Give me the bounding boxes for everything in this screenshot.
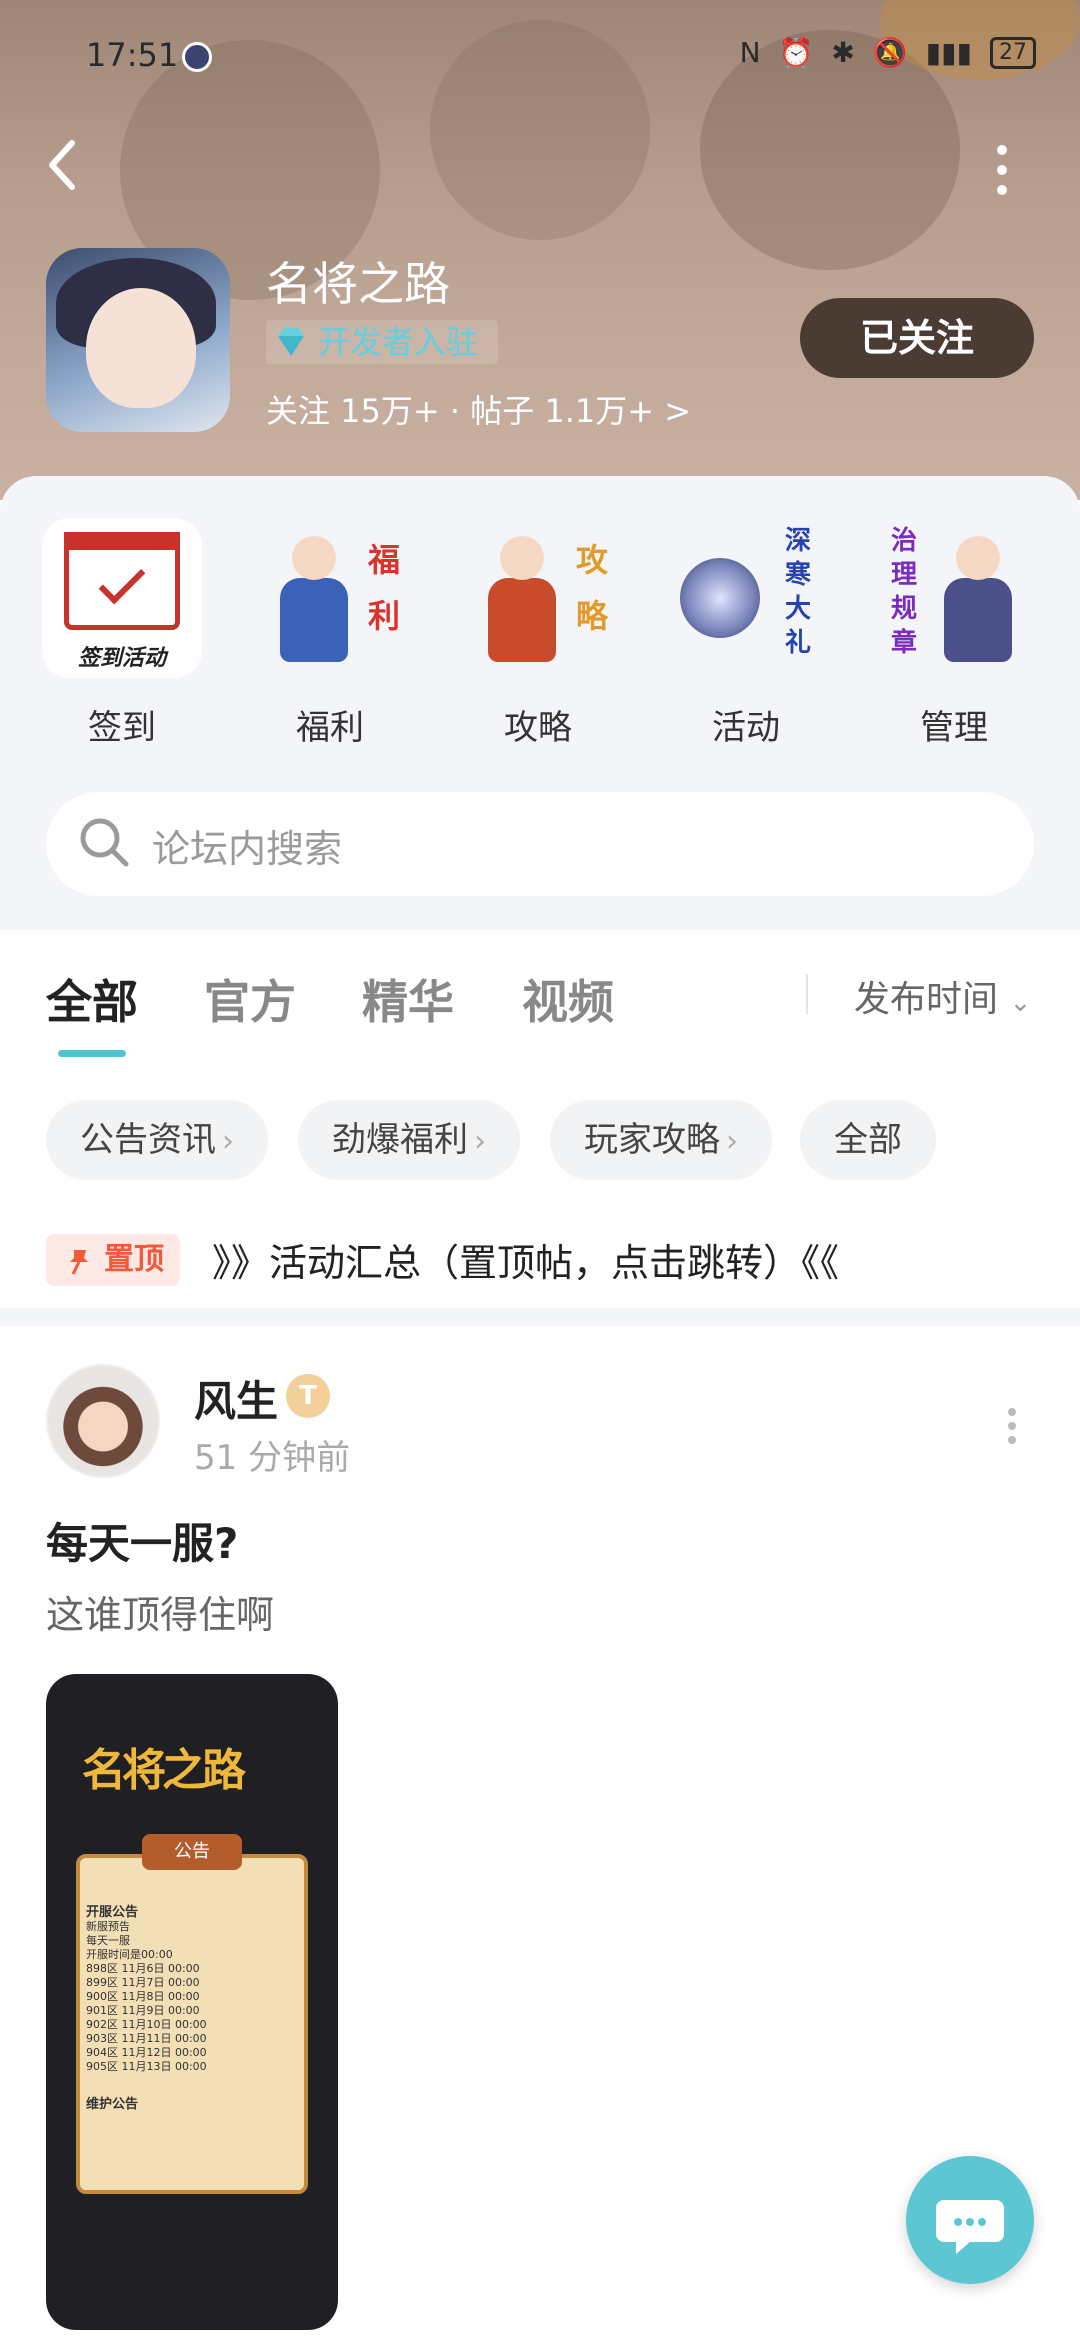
chevron-right-icon: › [726,1124,738,1159]
pinned-badge-label: 置顶 [104,1242,164,1277]
guide-icon: 攻略 [458,518,618,678]
category-chips: 公告资讯 › 劲爆福利 › 玩家攻略 › 全部 [0,1080,1080,1230]
quick-entry-label: 攻略 [504,708,572,748]
forum-title: 名将之路 [266,257,450,311]
notice-line: 开服公告 [86,1905,139,1920]
tab-video[interactable]: 视频 [522,966,614,1032]
notice-line: 901区 11月9日 00:00 [86,2004,200,2017]
notice-line: 900区 11月8日 00:00 [86,1990,200,2003]
app-notification-icon [182,42,212,72]
chevron-down-icon: ⌄ [1009,988,1032,1018]
chip-announcements[interactable]: 公告资讯 › [46,1100,268,1180]
notice-line: 新服预告 [86,1920,130,1933]
manage-icon: 治理规章 [874,518,1034,678]
signal-icon: ▮▮▮ [925,36,972,69]
event-icon: 深寒大礼 [666,518,826,678]
notice-line: 898区 11月6日 00:00 [86,1962,200,1975]
pinned-post[interactable]: 置顶 》》活动汇总（置顶帖，点击跳转）《《 [0,1214,1080,1304]
post-more-icon[interactable] [1006,1406,1018,1446]
quick-entry-label: 管理 [920,708,988,748]
back-icon[interactable] [40,135,90,195]
battery-icon: 27 [990,36,1036,69]
chevron-right-icon: › [222,1124,234,1159]
quick-entry-welfare[interactable]: 福利 福利 [250,518,410,749]
search-placeholder: 论坛内搜索 [152,827,343,871]
game-icon-face [86,288,196,408]
more-menu-icon[interactable] [990,140,1014,200]
pinned-post-title[interactable]: 》》活动汇总（置顶帖，点击跳转）《《 [212,1232,839,1287]
quick-entry-label: 福利 [296,708,364,748]
nfc-icon: N [739,36,761,69]
active-tab-indicator [58,1050,126,1057]
notice-line: 905区 11月13日 00:00 [86,2060,207,2073]
welfare-vertical-text: 福利 [367,541,400,635]
chevron-right-icon: › [474,1124,486,1159]
chip-player-guides[interactable]: 玩家攻略 › [550,1100,772,1180]
notice-line: 维护公告 [86,2097,139,2112]
notice-line: 899区 11月7日 00:00 [86,1976,200,1989]
quick-entry-label: 签到 [88,708,156,748]
sort-label: 发布时间 [854,979,999,1020]
chip-welfare[interactable]: 劲爆福利 › [298,1100,520,1180]
quick-entry-event[interactable]: 深寒大礼 活动 [666,518,826,749]
notice-line: 902区 11月10日 00:00 [86,2018,207,2031]
post-image-notice-lines: 开服公告 新服预告 每天一服 开服时间是00:00 898区 11月6日 00:… [86,1906,296,2112]
pinned-badge: 置顶 [46,1234,180,1286]
comment-fab[interactable] [906,2156,1034,2284]
alarm-icon: ⏰ [778,36,814,69]
notice-line: 904区 11月12日 00:00 [86,2046,207,2059]
manage-vertical-text: 治理规章 [890,526,917,658]
post-body[interactable]: 这谁顶得住啊 [46,1584,274,1639]
quick-entry-label: 活动 [712,708,780,748]
notice-line: 903区 11月11日 00:00 [86,2032,207,2045]
status-time: 17:51 [86,36,179,74]
developer-badge: 开发者入驻 [266,320,499,364]
post-author[interactable]: 风生 [194,1368,278,1429]
calendar-icon: 签到活动 [42,518,202,678]
game-icon [46,248,230,432]
developer-badge-label: 开发者入驻 [318,323,479,361]
tabs-divider [806,974,808,1014]
pin-icon [70,1250,88,1275]
post-image-logo: 名将之路 [82,1745,246,1796]
post-image[interactable]: 名将之路 公告 开服公告 新服预告 每天一服 开服时间是00:00 898区 1… [46,1674,338,2330]
quick-entries-panel: 签到活动 签到 福利 福利 攻略 攻略 深寒大礼 活动 治理规章 管理 论坛内搜… [0,476,1080,930]
post-time: 51 分钟前 [194,1438,351,1478]
chip-label: 劲爆福利 [332,1120,468,1160]
event-vertical-text: 深寒大礼 [784,526,811,658]
sort-dropdown[interactable]: 发布时间 ⌄ [854,970,1031,1022]
search-icon [80,818,129,867]
chip-label: 公告资讯 [80,1120,216,1160]
tab-all[interactable]: 全部 [46,966,138,1032]
chip-label: 全部 [834,1120,902,1160]
follow-button[interactable]: 已关注 [800,298,1034,378]
bluetooth-icon: ✱ [831,36,855,69]
status-icons: N ⏰ ✱ 🔕 ▮▮▮ 27 [740,36,1036,69]
level-badge-icon: T [286,1374,330,1418]
chip-label: 玩家攻略 [584,1120,720,1160]
tab-official[interactable]: 官方 [204,966,296,1032]
forum-stats[interactable]: 关注 15万+ · 帖子 1.1万+ > [266,386,691,432]
post-title[interactable]: 每天一服? [46,1510,238,1571]
quick-entry-signin[interactable]: 签到活动 签到 [42,518,202,749]
welfare-icon: 福利 [250,518,410,678]
mute-icon: 🔕 [872,36,908,69]
notice-line: 每天一服 [86,1934,130,1947]
section-divider [0,1308,1080,1326]
content-tabs: 全部 官方 精华 视频 发布时间 ⌄ [0,930,1080,1080]
post-image-notice-title: 公告 [142,1834,242,1870]
chat-bubble-icon [936,2200,1004,2254]
avatar[interactable] [46,1364,160,1478]
forum-search-bar[interactable]: 论坛内搜索 [46,792,1034,896]
diamond-icon [278,328,304,356]
guide-vertical-text: 攻略 [575,541,608,635]
chip-all[interactable]: 全部 [800,1100,936,1180]
signin-caption: 签到活动 [77,646,166,671]
tab-featured[interactable]: 精华 [362,966,454,1032]
status-bar: 17:51 N ⏰ ✱ 🔕 ▮▮▮ 27 [0,30,1080,86]
notice-line: 开服时间是00:00 [86,1948,173,1961]
quick-entry-manage[interactable]: 治理规章 管理 [874,518,1034,749]
quick-entry-guide[interactable]: 攻略 攻略 [458,518,618,749]
